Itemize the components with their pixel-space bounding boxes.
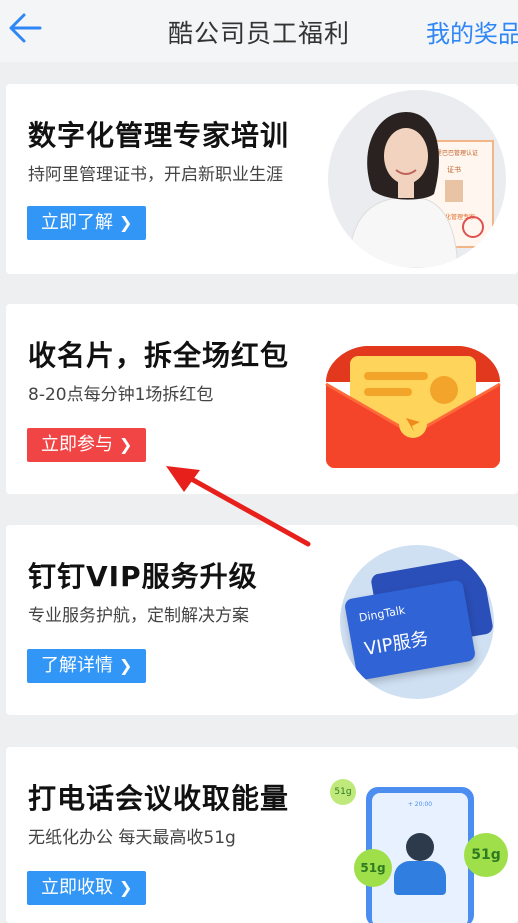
energy-badge: 51g xyxy=(354,849,392,887)
card-subtitle: 专业服务护航，定制解决方案 xyxy=(28,606,249,626)
card-subtitle: 无纸化办公 每天最高收51g xyxy=(28,828,236,848)
phone-meeting-illustration: + 20:00 51g 51g 51g xyxy=(326,775,516,923)
training-card[interactable]: 数字化管理专家培训 持阿里管理证书，开启新职业生涯 立即了解 ❯ 阿里巴巴管理认证… xyxy=(6,84,518,274)
my-prizes-link[interactable]: 我的奖品 xyxy=(426,14,518,49)
card-subtitle: 持阿里管理证书，开启新职业生涯 xyxy=(28,165,283,185)
learn-details-button[interactable]: 了解详情 ❯ xyxy=(27,649,147,683)
energy-badge: 51g xyxy=(464,833,508,877)
red-arrow-icon xyxy=(166,466,311,547)
woman-avatar-image xyxy=(347,112,459,268)
chevron-right-icon: ❯ xyxy=(119,213,133,232)
card-title: 数字化管理专家培训 xyxy=(28,119,290,152)
vip-card-text: VIP服务 xyxy=(362,628,431,661)
red-packet-illustration xyxy=(325,346,501,468)
button-label: 立即参与 xyxy=(41,434,113,455)
vip-card-illustration: DingTalk VIP服务 xyxy=(340,545,494,699)
card-title: 钉钉VIP服务升级 xyxy=(28,560,258,593)
learn-now-button[interactable]: 立即了解 ❯ xyxy=(27,206,147,240)
top-nav-bar: 酷公司员工福利 我的奖品 xyxy=(0,0,518,62)
card-title: 收名片，拆全场红包 xyxy=(28,339,290,372)
chevron-right-icon: ❯ xyxy=(119,435,133,454)
join-now-button[interactable]: 立即参与 ❯ xyxy=(27,428,147,462)
button-label: 立即了解 xyxy=(41,212,113,233)
training-illustration: 阿里巴巴管理认证 证书 数字化管理专家 xyxy=(328,90,506,268)
card-title: 打电话会议收取能量 xyxy=(28,782,290,815)
button-label: 立即收取 xyxy=(41,877,113,898)
button-label: 了解详情 xyxy=(41,655,113,676)
call-energy-card[interactable]: 打电话会议收取能量 无纸化办公 每天最高收51g 立即收取 ❯ + 20:00 5… xyxy=(6,747,518,923)
energy-badge: 51g xyxy=(330,779,356,805)
collect-now-button[interactable]: 立即收取 ❯ xyxy=(27,871,147,905)
chevron-right-icon: ❯ xyxy=(119,878,133,897)
card-subtitle: 8-20点每分钟1场拆红包 xyxy=(28,385,214,405)
chevron-right-icon: ❯ xyxy=(119,656,133,675)
vip-service-card[interactable]: 钉钉VIP服务升级 专业服务护航，定制解决方案 了解详情 ❯ DingTalk V… xyxy=(6,525,518,715)
vip-card-brand: DingTalk xyxy=(358,603,407,625)
phone-time: + 20:00 xyxy=(407,801,433,808)
